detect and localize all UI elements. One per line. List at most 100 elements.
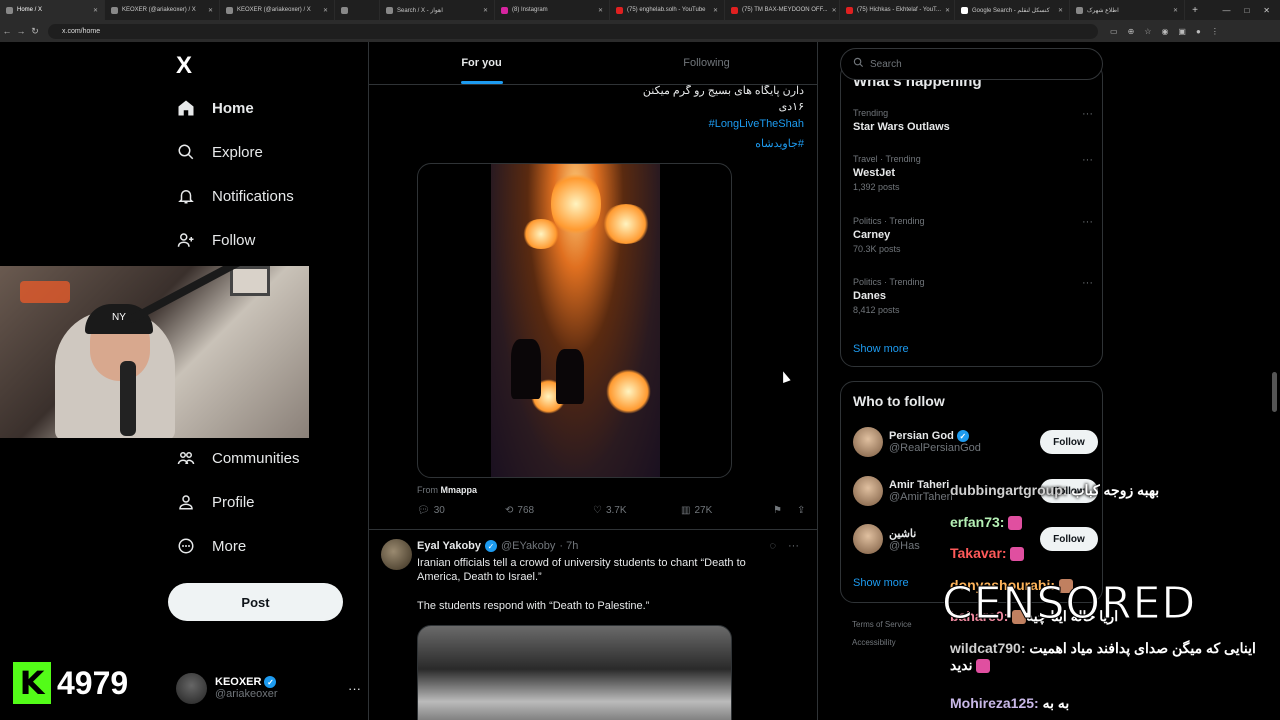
more-dots-icon[interactable]: ··· <box>1082 108 1093 120</box>
hashtag-link[interactable]: #جاویدشاه <box>755 137 804 150</box>
trend-item[interactable]: Politics · Trending Danes 8,412 posts ··… <box>853 277 1093 315</box>
author-name[interactable]: Eyal Yakoby <box>417 540 481 552</box>
divider <box>369 529 817 530</box>
chat-text: بهبه زوجه کباب <box>1071 482 1160 498</box>
browser-tab[interactable]: KEOXER (@ariakeoxer) / X ✕ <box>220 0 335 20</box>
close-tab-icon[interactable]: ✕ <box>945 7 950 14</box>
trend-item[interactable]: Politics · Trending Carney 70.3K posts ·… <box>853 216 1093 254</box>
back-icon[interactable]: ← <box>0 26 14 36</box>
post-button[interactable]: Post <box>168 583 343 621</box>
source-name[interactable]: Mmappa <box>441 485 478 495</box>
maximize-icon[interactable]: □ <box>1244 6 1249 15</box>
cast-icon[interactable]: ▭ <box>1110 27 1118 36</box>
trend-name: Carney <box>853 229 891 241</box>
tweet-video[interactable] <box>417 163 732 478</box>
sidebar-item-more[interactable]: More <box>176 536 246 556</box>
more-dots-icon[interactable]: ··· <box>1082 154 1093 166</box>
more-dots-icon[interactable]: ··· <box>788 540 799 552</box>
emote-icon <box>1010 547 1025 562</box>
bookmark-button[interactable]: ⚑ <box>773 505 797 516</box>
tab-for-you[interactable]: For you <box>369 42 594 84</box>
tweet-media[interactable] <box>417 625 732 720</box>
sidebar-item-label: Notifications <box>212 187 294 205</box>
sidebar-item-notifications[interactable]: Notifications <box>176 186 294 206</box>
trend-item[interactable]: Trending Star Wars Outlaws ··· <box>853 108 1093 133</box>
tab-following[interactable]: Following <box>594 42 817 84</box>
extension-icon[interactable]: ◉ <box>1161 27 1168 36</box>
profile-avatar-icon[interactable]: ● <box>1196 27 1201 36</box>
browser-tab[interactable]: (8) Instagram ✕ <box>495 0 610 20</box>
reload-icon[interactable]: ↻ <box>28 26 42 37</box>
repost-button[interactable]: ⟲ 768 <box>505 505 593 516</box>
hashtag-link[interactable]: #LongLiveTheShah <box>709 118 804 130</box>
browser-tab[interactable]: (75) TM BAX-MEYDOON OFF... ✕ <box>725 0 840 20</box>
more-dots-icon[interactable]: ··· <box>1082 277 1093 289</box>
close-tab-icon[interactable]: ✕ <box>1173 7 1178 14</box>
more-dots-icon[interactable]: ··· <box>348 681 361 696</box>
follow-button[interactable]: Follow <box>1040 430 1098 454</box>
browser-tab[interactable]: اطلاع شهرک ✕ <box>1070 0 1185 20</box>
browser-tab[interactable]: Search / X - اهواز ✕ <box>380 0 495 20</box>
like-button[interactable]: ♡ 3.7K <box>593 505 681 516</box>
footer-link[interactable]: Terms of Service <box>852 620 912 629</box>
reply-button[interactable]: 💬︎ 30 <box>417 505 505 516</box>
sidebar-item-follow[interactable]: Follow <box>176 230 255 250</box>
grok-icon[interactable]: ◌ <box>769 540 776 552</box>
silhouette-shape <box>556 349 584 404</box>
sidebar-item-home[interactable]: Home <box>176 98 254 118</box>
forward-icon[interactable]: → <box>14 26 28 36</box>
bookmark-star-icon[interactable]: ☆ <box>1144 27 1151 36</box>
close-tab-icon[interactable]: ✕ <box>832 7 837 14</box>
search-input[interactable]: Search <box>840 48 1103 80</box>
browser-tab[interactable]: Google Search - کنسکل لنقلم ✕ <box>955 0 1070 20</box>
x-logo-icon[interactable]: X <box>176 52 192 80</box>
close-tab-icon[interactable]: ✕ <box>483 7 488 14</box>
show-more-link[interactable]: Show more <box>853 577 909 589</box>
minimize-icon[interactable]: — <box>1222 6 1230 15</box>
browser-tab[interactable]: Home / X ✕ <box>0 0 105 20</box>
puzzle-icon[interactable]: ▣ <box>1178 27 1186 36</box>
communities-icon <box>176 448 196 468</box>
close-tab-icon[interactable]: ✕ <box>323 7 328 14</box>
x-icon <box>6 6 13 14</box>
tweet-time[interactable]: · 7h <box>559 540 578 552</box>
share-button[interactable]: ⇪ <box>797 505 805 516</box>
close-tab-icon[interactable]: ✕ <box>713 7 718 14</box>
trend-meta: Travel · Trending <box>853 154 921 164</box>
menu-dots-icon[interactable]: ⋮ <box>1211 27 1219 36</box>
chat-message: Mohireza125: به به <box>950 695 1069 712</box>
browser-tab[interactable]: (75) enghelab.solh - YouTube ✕ <box>610 0 725 20</box>
follow-icon <box>176 230 196 250</box>
close-window-icon[interactable]: ✕ <box>1263 6 1270 15</box>
webcam-background <box>20 281 70 303</box>
heart-icon: ♡ <box>593 505 602 516</box>
close-tab-icon[interactable]: ✕ <box>208 7 213 14</box>
browser-tab[interactable]: KEOXER (@ariakeoxer) / X ✕ <box>105 0 220 20</box>
address-bar[interactable]: x.com/home <box>48 23 1098 39</box>
close-tab-icon[interactable]: ✕ <box>93 7 98 14</box>
chat-message: dubbingartgroup: بهبه زوجه کباب <box>950 482 1159 499</box>
account-switcher[interactable]: KEOXER ✓ @ariakeoxer ··· <box>176 670 361 706</box>
zoom-icon[interactable]: ⊕ <box>1128 27 1135 36</box>
new-tab-icon[interactable]: + <box>1185 5 1205 16</box>
tweet-header-icons: ◌ ··· <box>769 540 799 552</box>
avatar[interactable] <box>381 539 412 570</box>
browser-tab[interactable] <box>335 0 380 20</box>
close-tab-icon[interactable]: ✕ <box>1058 7 1063 14</box>
sidebar-item-communities[interactable]: Communities <box>176 448 300 468</box>
sidebar-item-profile[interactable]: Profile <box>176 492 255 512</box>
show-more-link[interactable]: Show more <box>853 343 909 355</box>
tab-label: (8) Instagram <box>512 7 548 13</box>
close-tab-icon[interactable]: ✕ <box>598 7 603 14</box>
account-handle: @ariakeoxer <box>215 688 278 700</box>
more-dots-icon[interactable]: ··· <box>1082 216 1093 228</box>
trend-item[interactable]: Travel · Trending WestJet 1,392 posts ··… <box>853 154 1093 192</box>
webcam-background <box>230 266 270 296</box>
views-button[interactable]: ▥ 27K <box>681 505 773 516</box>
follow-suggestion[interactable]: Persian God ✓ @RealPersianGod Follow <box>853 427 1098 457</box>
browser-tab[interactable]: (75) Hichkas - Ekhtelaf - YouT... ✕ <box>840 0 955 20</box>
sidebar-item-explore[interactable]: Explore <box>176 142 263 162</box>
footer-link[interactable]: Accessibility <box>852 638 896 647</box>
page-scrollbar[interactable] <box>1272 372 1277 412</box>
author-handle[interactable]: @EYakoby <box>501 540 555 552</box>
